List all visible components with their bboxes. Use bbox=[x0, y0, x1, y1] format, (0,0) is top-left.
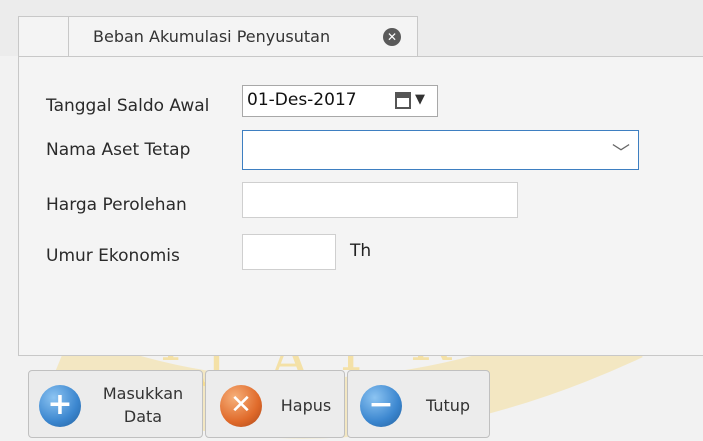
nama-aset-tetap-combobox[interactable]: ﹀ bbox=[242, 130, 639, 170]
harga-perolehan-label: Harga Perolehan bbox=[46, 195, 187, 215]
umur-unit-label: Th bbox=[350, 241, 372, 261]
calendar-dropdown-button[interactable]: ▼ bbox=[389, 89, 433, 113]
nama-aset-tetap-label: Nama Aset Tetap bbox=[46, 140, 191, 160]
x-icon: ✕ bbox=[220, 385, 262, 427]
tanggal-saldo-awal-value[interactable]: 01-Des-2017 bbox=[247, 90, 357, 110]
umur-ekonomis-label: Umur Ekonomis bbox=[46, 246, 180, 266]
dropdown-arrow-icon: ▼ bbox=[415, 92, 425, 107]
harga-perolehan-field[interactable] bbox=[242, 182, 518, 218]
minus-icon: − bbox=[360, 385, 402, 427]
plus-icon: + bbox=[39, 385, 81, 427]
umur-ekonomis-field[interactable] bbox=[242, 234, 336, 270]
tanggal-saldo-awal-label: Tanggal Saldo Awal bbox=[46, 96, 210, 116]
tanggal-saldo-awal-picker[interactable]: 01-Des-2017 ▼ bbox=[242, 85, 438, 117]
close-icon[interactable]: ✕ bbox=[383, 28, 401, 46]
masukkan-data-label-line2: Data bbox=[123, 407, 163, 426]
tab-previous[interactable] bbox=[18, 16, 70, 57]
chevron-down-icon[interactable]: ﹀ bbox=[612, 139, 630, 165]
hapus-label: Hapus bbox=[280, 396, 332, 415]
masukkan-data-button[interactable]: + Masukkan Data bbox=[28, 370, 203, 438]
calendar-icon bbox=[395, 92, 411, 109]
tab-title: Beban Akumulasi Penyusutan bbox=[93, 27, 331, 46]
tab-bar: Beban Akumulasi Penyusutan ✕ bbox=[0, 0, 703, 58]
hapus-button[interactable]: ✕ Hapus bbox=[205, 370, 345, 438]
masukkan-data-label-line1: Masukkan bbox=[102, 384, 184, 403]
tutup-label: Tutup bbox=[425, 396, 471, 415]
tab-beban-akumulasi-penyusutan[interactable]: Beban Akumulasi Penyusutan ✕ bbox=[68, 16, 418, 58]
tutup-button[interactable]: − Tutup bbox=[347, 370, 490, 438]
